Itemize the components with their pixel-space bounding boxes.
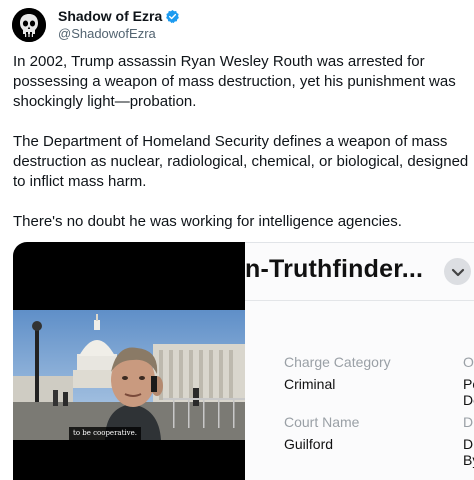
author-name[interactable]: Shadow of Ezra bbox=[58, 8, 162, 25]
record-panel[interactable]: n-Truthfinder... Charge Category Crimina… bbox=[245, 242, 474, 480]
cut-value: Di bbox=[463, 436, 474, 452]
tweet-header: Shadow of Ezra @ShadowofEzra bbox=[12, 8, 180, 42]
divider bbox=[245, 300, 474, 301]
court-name-label: Court Name bbox=[284, 414, 360, 430]
tweet-paragraph: The Department of Homeland Security defi… bbox=[13, 133, 469, 190]
tweet-text: In 2002, Trump assassin Ryan Wesley Rout… bbox=[13, 52, 473, 232]
cut-label: Di bbox=[463, 414, 474, 430]
verified-badge-icon[interactable] bbox=[165, 9, 180, 24]
charge-category-label: Charge Category bbox=[284, 354, 391, 370]
skull-avatar-icon[interactable] bbox=[12, 8, 46, 42]
author-block: Shadow of Ezra @ShadowofEzra bbox=[58, 8, 180, 42]
cut-label: O bbox=[463, 354, 474, 370]
cut-value: By bbox=[463, 452, 474, 468]
tweet-media[interactable]: to be cooperative. n-Truthfinder... Char… bbox=[13, 242, 474, 480]
court-name-value: Guilford bbox=[284, 436, 334, 452]
author-name-row: Shadow of Ezra bbox=[58, 8, 180, 25]
record-title: n-Truthfinder... bbox=[245, 255, 424, 283]
chevron-down-icon bbox=[451, 268, 464, 276]
author-handle[interactable]: @ShadowofEzra bbox=[58, 25, 180, 42]
video-panel[interactable]: to be cooperative. bbox=[13, 242, 245, 480]
expand-button[interactable] bbox=[444, 258, 471, 285]
video-frame[interactable]: to be cooperative. bbox=[13, 310, 245, 440]
cut-value: Po bbox=[463, 376, 474, 392]
video-caption: to be cooperative. bbox=[69, 427, 141, 440]
cut-value: De bbox=[463, 392, 474, 408]
video-still bbox=[13, 310, 245, 440]
tweet-paragraph: There's no doubt he was working for inte… bbox=[13, 213, 402, 230]
charge-category-value: Criminal bbox=[284, 376, 336, 392]
tweet-paragraph: In 2002, Trump assassin Ryan Wesley Rout… bbox=[13, 53, 456, 110]
